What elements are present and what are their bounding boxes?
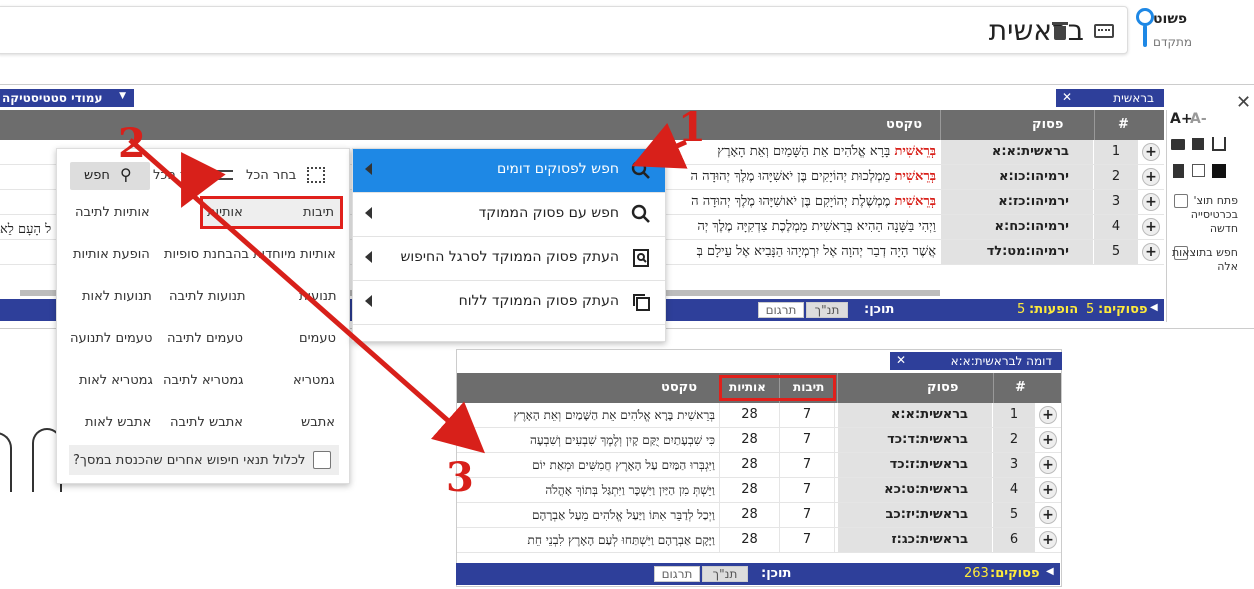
annotation-arrows bbox=[128, 122, 688, 454]
